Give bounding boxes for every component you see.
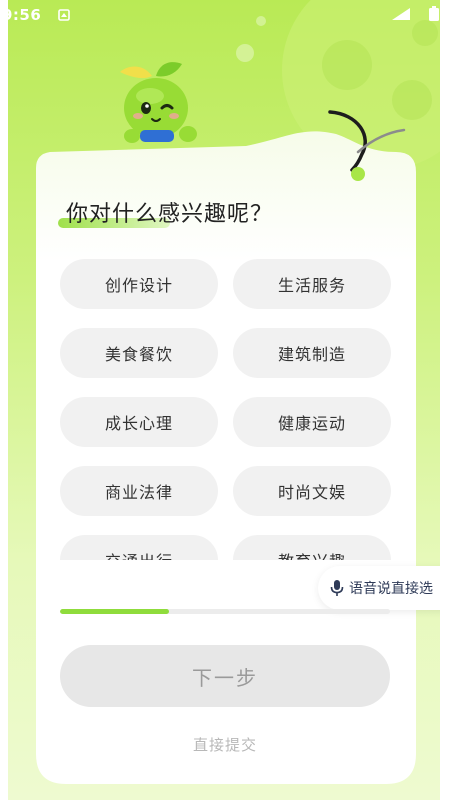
interest-options-list[interactable]: 创作设计 生活服务 美食餐饮 建筑制造 成长心理 健康运动 商业法律 时尚文娱 … xyxy=(56,254,396,560)
option-construction-manufacturing[interactable]: 建筑制造 xyxy=(233,328,391,378)
next-step-button[interactable]: 下一步 xyxy=(60,645,390,707)
screen-edge xyxy=(0,0,8,800)
battery-icon xyxy=(429,6,439,21)
submit-directly-link[interactable]: 直接提交 xyxy=(0,734,450,755)
status-bar: 9:56 xyxy=(0,0,450,28)
voice-select-button[interactable]: 语音说直接选 xyxy=(318,566,450,610)
dot-decoration xyxy=(236,44,254,62)
signal-icon xyxy=(392,8,410,20)
option-health-sports[interactable]: 健康运动 xyxy=(233,397,391,447)
swoosh-decoration xyxy=(328,110,406,181)
option-creative-design[interactable]: 创作设计 xyxy=(60,259,218,309)
screen-edge xyxy=(440,0,450,800)
voice-select-label: 语音说直接选 xyxy=(349,581,433,597)
option-food-dining[interactable]: 美食餐饮 xyxy=(60,328,218,378)
option-business-law[interactable]: 商业法律 xyxy=(60,466,218,516)
notification-icon xyxy=(58,9,70,21)
option-fashion-entertainment[interactable]: 时尚文娱 xyxy=(233,466,391,516)
option-growth-psychology[interactable]: 成长心理 xyxy=(60,397,218,447)
progress-bar xyxy=(60,609,390,614)
option-life-services[interactable]: 生活服务 xyxy=(233,259,391,309)
progress-fill xyxy=(60,609,169,614)
option-transportation[interactable]: 交通出行 xyxy=(60,535,218,560)
screen-background: 9:56 你对什么感兴趣呢？ 创作设计 生活服务 美食餐饮 建筑制造 成长心理 … xyxy=(0,0,450,800)
question-title: 你对什么感兴趣呢？ xyxy=(66,202,274,227)
option-education-hobbies[interactable]: 教育兴趣 xyxy=(233,535,391,560)
microphone-icon xyxy=(330,580,344,596)
